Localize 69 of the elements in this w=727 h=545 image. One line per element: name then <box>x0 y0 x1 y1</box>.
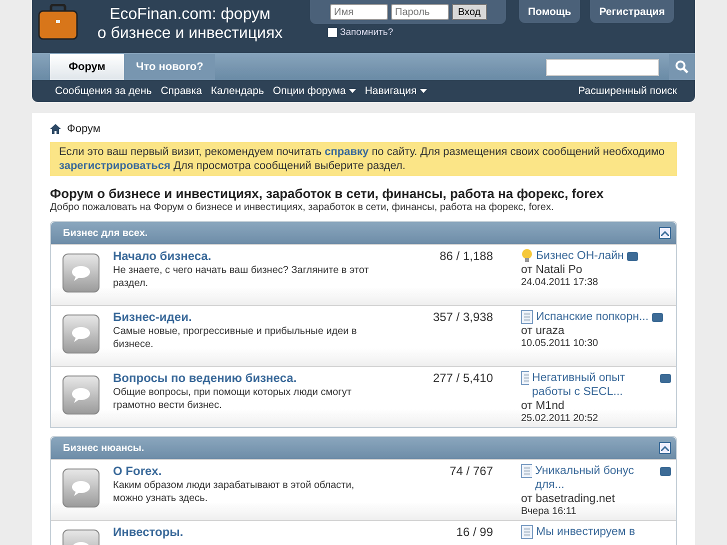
forum-description: Добро пожаловать на Форум о бизнесе и инвестициях, заработок в сети, финансы, работа на форекс, forex. <box>50 202 555 213</box>
caret-icon <box>348 89 356 93</box>
remember-label: Запомнить? <box>340 27 394 38</box>
last-post-link[interactable]: Уникальный бонус для... <box>535 464 657 492</box>
password-field[interactable]: Пароль <box>391 4 449 20</box>
notice-link[interactable]: справку <box>324 146 369 158</box>
breadcrumb-link[interactable]: Форум <box>67 123 100 135</box>
last-post-link[interactable]: Испанские попкорн... <box>536 310 649 324</box>
last-post-author: от Natali Po <box>521 263 584 277</box>
subnav-link[interactable]: Справка <box>160 85 202 97</box>
forum-description-text: Общие вопросы, при помощи которых люди смогут грамотно вести бизнес. <box>113 386 352 412</box>
forum-link[interactable]: Инвесторы. <box>113 525 373 539</box>
forum-description-text: Каким образом люди зарабатывают в этой области, можно узнать здесь. <box>113 479 356 505</box>
forum-link[interactable]: О Forex. <box>113 464 373 478</box>
last-post-author: от M1nd <box>521 399 566 413</box>
document-icon <box>521 371 530 385</box>
category-title: Бизнес для всех. <box>63 228 148 238</box>
document-icon <box>521 525 533 539</box>
notice-link[interactable]: зарегистрироваться <box>59 160 170 172</box>
last-post-date: 10.05.2011 10:30 <box>521 338 600 350</box>
forum-description-text: Не знаете, с чего начать ваш бизнес? Загляните в этот раздел. <box>113 264 370 290</box>
forum-link[interactable]: Вопросы по ведению бизнеса. <box>113 371 373 385</box>
thread-post-count: 277 / 5,410 <box>432 371 493 385</box>
speech-bubble-icon <box>62 314 100 354</box>
category-title: Бизнес нюансы. <box>63 442 144 454</box>
help-button[interactable]: Помощь <box>519 0 580 23</box>
nav-tab[interactable]: Что нового? <box>124 54 216 80</box>
document-icon <box>521 310 533 324</box>
last-post-link[interactable]: Мы инвестируем в <box>536 525 636 539</box>
last-post-date: 25.02.2011 20:52 <box>521 413 600 425</box>
forum-link[interactable]: Бизнес-идеи. <box>113 310 373 324</box>
lightbulb-icon <box>521 249 533 263</box>
thread-post-count: 16 / 99 <box>456 525 493 539</box>
username-field[interactable]: Имя <box>330 4 388 20</box>
advanced-search-link[interactable]: Расширенный поиск <box>578 85 677 97</box>
last-post-link[interactable]: Негативный опыт работы с SECL... <box>532 371 657 399</box>
collapse-button[interactable] <box>659 442 671 454</box>
last-post-link[interactable]: Бизнес ОН-лайн <box>536 249 624 263</box>
subnav-link[interactable]: Календарь <box>210 85 264 97</box>
thread-post-count: 74 / 767 <box>450 464 493 478</box>
forum-description-text: Самые новые, прогрессивные и прибыльные идеи в бизнесе. <box>113 325 358 351</box>
search-button[interactable] <box>669 54 695 80</box>
home-icon[interactable] <box>50 124 61 134</box>
search-field[interactable] <box>546 59 659 76</box>
login-button[interactable]: Вход <box>452 4 487 20</box>
subnav-link[interactable]: Опции форума <box>272 85 356 97</box>
document-icon <box>521 464 532 478</box>
forum-link[interactable]: Начало бизнеса. <box>113 249 373 263</box>
speech-bubble-icon <box>62 468 100 508</box>
subnav-link[interactable]: Сообщения за день <box>55 85 152 97</box>
forum-title: Форум о бизнесе и инвестициях, заработок в сети, финансы, работа на форекс, forex <box>50 186 605 201</box>
remember-checkbox[interactable] <box>328 28 337 37</box>
last-post-date: 24.04.2011 17:38 <box>521 277 600 289</box>
last-post-author: от basetrading.net <box>521 492 616 506</box>
last-post-author: от uraza <box>521 324 566 338</box>
subnav-link[interactable]: Навигация <box>364 85 427 97</box>
thread-post-count: 86 / 1,188 <box>440 249 493 263</box>
speech-bubble-icon <box>62 375 100 415</box>
site-title: EcoFinan.com: форум о бизнесе и инвестициях <box>96 5 284 43</box>
briefcase-logo <box>38 4 78 40</box>
register-button[interactable]: Регистрация <box>590 0 674 23</box>
nav-tab[interactable]: Форум <box>50 54 124 80</box>
collapse-button[interactable] <box>659 227 671 239</box>
search-icon <box>675 60 689 74</box>
welcome-notice: Если это ваш первый визит, рекомендуем почитать справку по сайту. Для размещения своих сообщений необходимо зарегистрироваться Для просмотра сообщений выберите раздел. <box>50 142 677 176</box>
caret-icon <box>420 89 427 93</box>
speech-bubble-icon <box>62 253 100 293</box>
thread-post-count: 357 / 3,938 <box>432 310 493 324</box>
last-post-date: Вчера 16:11 <box>521 506 578 518</box>
